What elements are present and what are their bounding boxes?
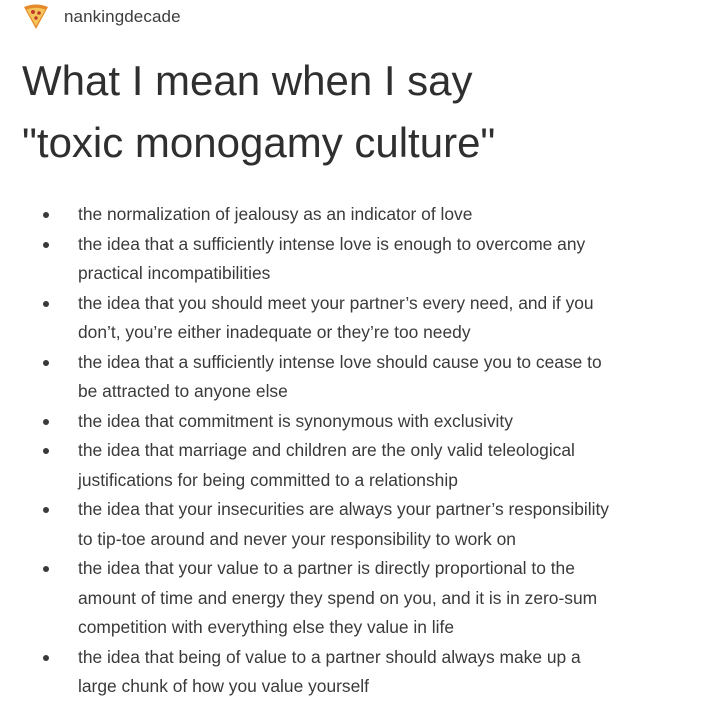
username[interactable]: nankingdecade <box>64 7 181 27</box>
list-item: the idea that your insecurities are alwa… <box>0 495 720 554</box>
bullet-icon <box>43 212 49 218</box>
list-item: the idea that being of value to a partne… <box>0 643 720 702</box>
list-item-text: justifications for being committed to a … <box>78 469 458 490</box>
title-line: "toxic monogamy culture" <box>22 119 496 166</box>
pizza-slice-icon[interactable] <box>22 3 50 31</box>
list-item: the idea that marriage and children are … <box>0 436 720 495</box>
post-header: nankingdecade <box>22 2 181 32</box>
list-item-text: the idea that your value to a partner is… <box>78 558 575 578</box>
list-item-text: amount of time and energy they spend on … <box>78 587 598 608</box>
bullet-icon <box>43 359 49 366</box>
bullet-list: the normalization of jealousy as an indi… <box>0 200 720 702</box>
list-item: the idea that commitment is synonymous w… <box>0 407 720 437</box>
title-line: What I mean when I say <box>22 57 473 104</box>
list-item: the idea that a sufficiently intense lov… <box>0 230 720 289</box>
list-item-text: don’t, you’re either inadequate or they’… <box>78 322 471 342</box>
bullet-icon <box>43 448 49 454</box>
list-item-text: the idea that marriage and children are … <box>78 440 575 460</box>
list-item: the idea that your value to a partner is… <box>0 554 720 643</box>
bullet-icon <box>43 300 49 307</box>
list-item: the idea that you should meet your partn… <box>0 289 720 348</box>
list-item-text: large chunk of how you value yourself <box>78 676 369 696</box>
bullet-icon <box>43 507 49 513</box>
list-item-text: practical incompatibilities <box>78 263 271 283</box>
list-item-text: the idea that a sufficiently intense lov… <box>78 351 602 372</box>
list-item-text: competition with everything else they va… <box>78 617 455 637</box>
bullet-icon <box>43 241 49 248</box>
bullet-icon <box>43 418 49 425</box>
list-item: the normalization of jealousy as an indi… <box>0 200 720 230</box>
list-item-text: the idea that you should meet your partn… <box>78 292 594 313</box>
list-item-text: the normalization of jealousy as an indi… <box>78 204 473 224</box>
list-item-text: the idea that a sufficiently intense lov… <box>78 233 586 254</box>
list-item-text: the idea that your insecurities are alwa… <box>78 499 610 519</box>
list-item-text: the idea that being of value to a partne… <box>78 646 581 667</box>
post-title: What I mean when I say "toxic monogamy c… <box>22 50 702 174</box>
list-item-text: be attracted to anyone else <box>78 381 288 401</box>
list-item-text: to tip-toe around and never your respons… <box>78 528 516 549</box>
bullet-icon <box>43 654 49 661</box>
list-item: the idea that a sufficiently intense lov… <box>0 348 720 407</box>
bullet-icon <box>43 566 49 572</box>
list-item-text: the idea that commitment is synonymous w… <box>78 410 513 431</box>
